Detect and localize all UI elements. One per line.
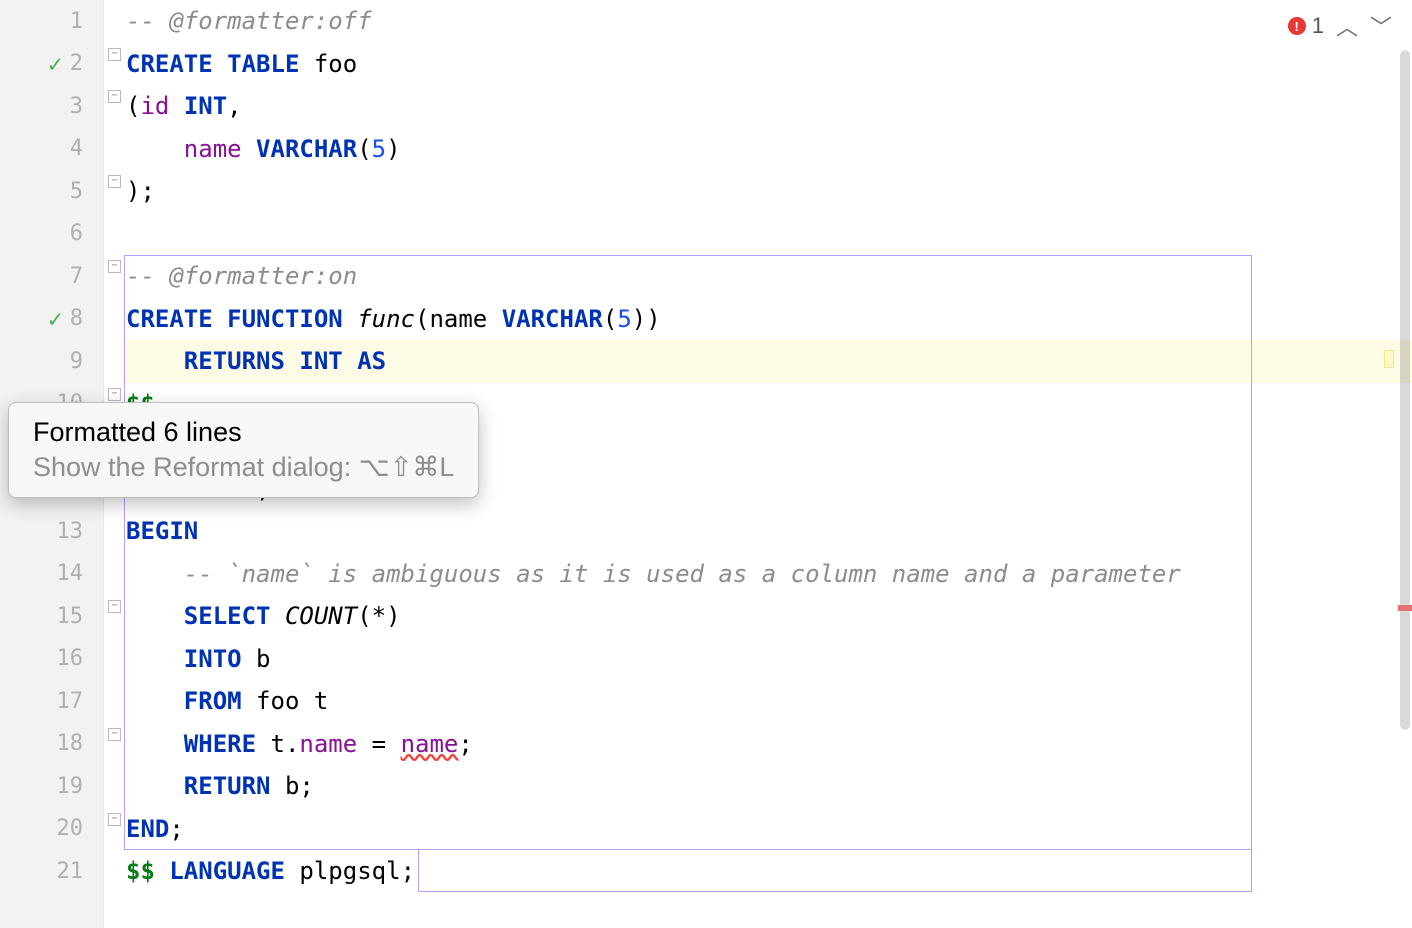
code-line[interactable] xyxy=(124,213,1412,256)
fold-toggle[interactable]: − xyxy=(108,728,121,741)
code-line[interactable]: RETURN b; xyxy=(124,765,1412,808)
code-line[interactable]: -- @formatter:on xyxy=(124,255,1412,298)
fold-toggle[interactable]: − xyxy=(108,388,121,401)
scroll-thumb[interactable] xyxy=(1400,50,1410,730)
code-line[interactable]: SELECT COUNT(*) xyxy=(124,595,1412,638)
code-line[interactable]: $$ LANGUAGE plpgsql; xyxy=(124,850,1412,893)
code-line[interactable]: WHERE t.name = name; xyxy=(124,723,1412,766)
code-line[interactable]: -- @formatter:off xyxy=(124,0,1412,43)
fold-toggle[interactable]: − xyxy=(108,175,121,188)
code-line[interactable]: CREATE FUNCTION func(name VARCHAR(5)) xyxy=(124,298,1412,341)
code-line[interactable]: name VARCHAR(5) xyxy=(124,128,1412,171)
fold-toggle[interactable]: − xyxy=(108,48,121,61)
fold-toggle[interactable]: − xyxy=(108,90,121,103)
code-line[interactable]: (id INT, xyxy=(124,85,1412,128)
line-number: ✓ 2 xyxy=(0,43,103,86)
next-highlight-icon[interactable]: ﹀ xyxy=(1370,10,1392,42)
error-marker[interactable] xyxy=(1398,605,1412,611)
line-number: 18 xyxy=(0,723,103,766)
code-line[interactable]: END; xyxy=(124,808,1412,851)
check-icon: ✓ xyxy=(48,305,62,333)
line-number: 20 xyxy=(0,808,103,851)
line-number: 19 xyxy=(0,765,103,808)
scrollbar[interactable] xyxy=(1398,50,1412,750)
code-line[interactable]: INTO b xyxy=(124,638,1412,681)
error-token: name xyxy=(401,730,459,758)
line-number: 16 xyxy=(0,638,103,681)
line-number: 7 xyxy=(0,255,103,298)
reformat-tooltip: Formatted 6 lines Show the Reformat dial… xyxy=(8,402,479,498)
code-line[interactable]: ); xyxy=(124,170,1412,213)
error-count: 1 xyxy=(1312,13,1324,39)
code-line[interactable]: FROM foo t xyxy=(124,680,1412,723)
code-line[interactable]: BEGIN xyxy=(124,510,1412,553)
hint-marker[interactable] xyxy=(1384,350,1394,368)
fold-toggle[interactable]: − xyxy=(108,600,121,613)
line-number: 4 xyxy=(0,128,103,171)
inspection-widget[interactable]: ! 1 ︿ ﹀ xyxy=(1288,10,1392,42)
line-number: 1 xyxy=(0,0,103,43)
code-line[interactable]: -- `name` is ambiguous as it is used as … xyxy=(124,553,1412,596)
line-number: 21 xyxy=(0,850,103,893)
line-number: 6 xyxy=(0,213,103,256)
error-icon: ! xyxy=(1288,17,1306,35)
line-number: 14 xyxy=(0,553,103,596)
line-number: 13 xyxy=(0,510,103,553)
line-number: 3 xyxy=(0,85,103,128)
line-number: 9 xyxy=(0,340,103,383)
check-icon: ✓ xyxy=(48,50,62,78)
prev-highlight-icon[interactable]: ︿ xyxy=(1336,10,1358,42)
fold-toggle[interactable]: − xyxy=(108,813,121,826)
line-number: ✓ 8 xyxy=(0,298,103,341)
line-number: 17 xyxy=(0,680,103,723)
line-number: 15 xyxy=(0,595,103,638)
tooltip-title: Formatted 6 lines xyxy=(33,417,454,448)
error-badge[interactable]: ! 1 xyxy=(1288,13,1324,39)
code-line[interactable]: CREATE TABLE foo xyxy=(124,43,1412,86)
line-number: 5 xyxy=(0,170,103,213)
code-line-current[interactable]: RETURNS INT AS xyxy=(124,340,1412,383)
tooltip-shortcut: Show the Reformat dialog: ⌥⇧⌘L xyxy=(33,452,454,483)
fold-toggle[interactable]: − xyxy=(108,260,121,273)
